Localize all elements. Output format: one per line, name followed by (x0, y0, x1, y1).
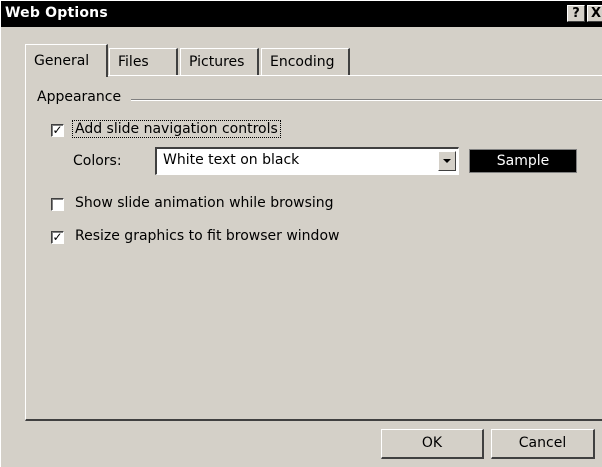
nav-controls-label[interactable]: Add slide navigation controls (72, 120, 281, 138)
web-options-dialog: Web Options ? X General Files Pictures E… (0, 0, 602, 467)
group-divider (131, 99, 602, 101)
tab-general[interactable]: General (25, 44, 108, 77)
window-title: Web Options (5, 5, 108, 21)
tab-files[interactable]: Files (109, 48, 178, 75)
close-button[interactable]: X (587, 5, 602, 22)
chevron-down-icon[interactable] (438, 151, 456, 171)
colors-value: White text on black (163, 152, 300, 168)
animation-label[interactable]: Show slide animation while browsing (75, 195, 334, 211)
colors-label: Colors: (73, 153, 122, 169)
resize-checkbox[interactable]: ✓ (51, 231, 64, 244)
colors-dropdown[interactable]: White text on black (155, 147, 459, 175)
resize-row[interactable]: ✓ Resize graphics to fit browser window (51, 228, 371, 248)
ok-button[interactable]: OK (381, 429, 484, 459)
nav-controls-checkbox[interactable]: ✓ (51, 124, 64, 137)
tab-pictures[interactable]: Pictures (180, 48, 259, 75)
tab-encoding[interactable]: Encoding (261, 48, 350, 75)
help-button[interactable]: ? (567, 5, 585, 22)
cancel-button[interactable]: Cancel (491, 429, 595, 459)
resize-label[interactable]: Resize graphics to fit browser window (75, 228, 339, 244)
sample-preview: Sample (469, 149, 577, 173)
title-bar[interactable]: Web Options ? X (1, 1, 602, 27)
appearance-group-label: Appearance (37, 89, 128, 105)
animation-checkbox[interactable] (51, 198, 64, 211)
animation-row[interactable]: Show slide animation while browsing (51, 195, 341, 215)
nav-controls-row[interactable]: ✓ Add slide navigation controls (51, 120, 311, 141)
